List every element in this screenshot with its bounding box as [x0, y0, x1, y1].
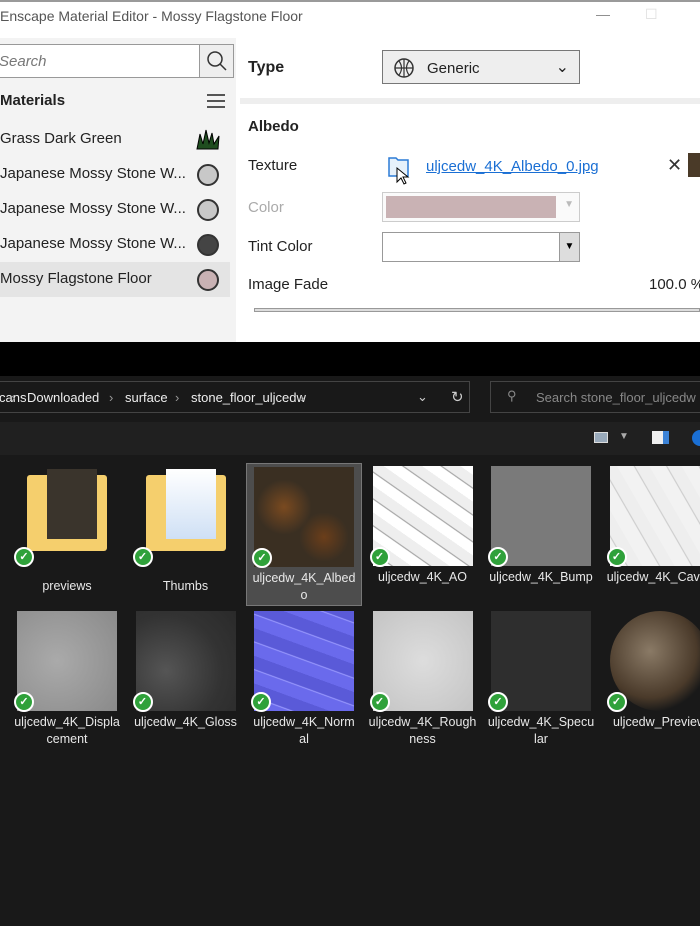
- maximize-button[interactable]: ☐: [645, 6, 658, 23]
- material-swatch: [197, 199, 219, 221]
- preview-pane-icon[interactable]: [652, 431, 669, 444]
- help-icon[interactable]: [692, 430, 700, 446]
- file-name: uljcedw_4K_Gloss: [134, 715, 237, 729]
- file-item[interactable]: ✓ uljcedw_4K_Gloss: [128, 608, 244, 751]
- sync-status-check-icon: ✓: [488, 692, 508, 712]
- chevron-right-icon: ›: [175, 390, 180, 405]
- file-name: uljcedw_4K_Bump: [489, 570, 593, 584]
- tint-color-picker[interactable]: ▼: [382, 232, 580, 262]
- tint-color-label: Tint Color: [248, 238, 313, 255]
- file-item[interactable]: ✓ uljcedw_Preview: [602, 608, 700, 751]
- file-item[interactable]: ✓ uljcedw_4K_Bump: [483, 463, 599, 606]
- file-name: uljcedw_4K_Cavity: [606, 570, 700, 584]
- material-search-input[interactable]: Search: [0, 44, 234, 78]
- breadcrumb-item[interactable]: surface: [125, 390, 168, 405]
- address-bar[interactable]: ⌄ ↻ cans › Downloaded › surface › stone_floor_…: [0, 381, 470, 413]
- sync-status-check-icon: ✓: [369, 547, 390, 567]
- dropdown-arrow-icon[interactable]: ▼: [559, 233, 579, 261]
- sync-status-check-icon: ✓: [132, 692, 153, 712]
- explorer-toolbar: ▼: [0, 422, 700, 455]
- texture-label: Texture: [248, 157, 298, 174]
- generic-material-icon: [394, 58, 414, 78]
- sync-status-check-icon: ✓: [606, 692, 627, 712]
- material-list-item[interactable]: Mossy Flagstone Floor: [0, 262, 230, 297]
- material-list-item[interactable]: Grass Dark Green: [0, 122, 230, 157]
- image-fade-slider[interactable]: [254, 308, 700, 312]
- sync-status-check-icon: ✓: [14, 692, 34, 712]
- folder-search-input[interactable]: ⚲ Search stone_floor_uljcedw: [490, 381, 700, 413]
- breadcrumb-item[interactable]: stone_floor_uljcedw: [191, 390, 306, 405]
- material-list-item[interactable]: Japanese Mossy Stone W...: [0, 227, 230, 262]
- color-label: Color: [248, 199, 284, 216]
- search-icon: [206, 51, 227, 71]
- sync-status-check-icon: ✓: [252, 548, 272, 568]
- folder-open-icon[interactable]: [387, 154, 413, 188]
- sync-status-check-icon: ✓: [14, 547, 34, 567]
- sync-status-check-icon: ✓: [606, 547, 627, 567]
- material-swatch: [197, 164, 219, 186]
- file-name: Thumbs: [162, 579, 209, 593]
- chevron-right-icon: ›: [300, 390, 305, 405]
- chevron-down-icon: ⌄: [555, 59, 569, 76]
- type-dropdown[interactable]: Generic ⌄: [382, 50, 580, 84]
- materials-heading: Materials: [0, 92, 66, 109]
- sync-status-check-icon: ✓: [251, 692, 271, 712]
- color-picker[interactable]: ▼: [382, 192, 580, 222]
- type-label: Type: [248, 59, 285, 76]
- chevron-down-icon[interactable]: ⌄: [417, 389, 428, 405]
- texture-file-link[interactable]: uljcedw_4K_Albedo_0.jpg: [426, 158, 599, 175]
- texture-preview-thumbnail: [688, 153, 700, 177]
- materials-panel: Search Materials Grass Dark Green Japanes…: [0, 38, 236, 344]
- breadcrumb-item[interactable]: Downloaded: [27, 390, 99, 405]
- window-title: Enscape Material Editor - Mossy Flagston…: [0, 8, 303, 24]
- file-item[interactable]: ✓ uljcedw_4K_Normal: [246, 608, 362, 751]
- material-name: Mossy Flagstone Floor: [0, 270, 152, 287]
- minimize-button[interactable]: —: [596, 6, 610, 22]
- search-icon: ⚲: [507, 388, 517, 403]
- file-item[interactable]: ✓ uljcedw_4K_Displacement: [9, 608, 125, 751]
- grass-icon: [196, 129, 220, 150]
- file-name: uljcedw_4K_AO: [378, 570, 467, 584]
- chevron-right-icon: ›: [11, 390, 16, 405]
- material-list-item[interactable]: Japanese Mossy Stone W...: [0, 192, 230, 227]
- file-item[interactable]: ✓ uljcedw_4K_Albedo: [246, 463, 362, 606]
- file-item[interactable]: ✓ uljcedw_4K_AO: [365, 463, 481, 606]
- chevron-right-icon: ›: [109, 390, 114, 405]
- file-item[interactable]: ✓ uljcedw_4K_Specular: [483, 608, 599, 751]
- file-name: uljcedw_4K_Roughness: [368, 715, 477, 746]
- file-name: uljcedw_4K_Albedo: [252, 571, 356, 602]
- dropdown-arrow-icon[interactable]: ▼: [619, 431, 629, 442]
- sync-status-check-icon: ✓: [132, 547, 153, 567]
- refresh-icon[interactable]: ↻: [451, 388, 464, 406]
- file-name: uljcedw_4K_Specular: [487, 715, 595, 746]
- material-name: Japanese Mossy Stone W...: [0, 200, 186, 217]
- sync-status-check-icon: ✓: [488, 547, 508, 567]
- file-name: uljcedw_4K_Normal: [253, 715, 355, 746]
- albedo-heading: Albedo: [248, 118, 299, 135]
- file-item[interactable]: ✓ uljcedw_4K_Roughness: [365, 608, 481, 751]
- file-item[interactable]: ✓ uljcedw_4K_Cavity: [602, 463, 700, 606]
- file-name: uljcedw_4K_Displacement: [14, 715, 120, 746]
- image-fade-label: Image Fade: [248, 276, 329, 293]
- material-name: Grass Dark Green: [0, 130, 122, 147]
- material-name: Japanese Mossy Stone W...: [0, 165, 186, 182]
- folder-item[interactable]: ✓ previews: [9, 463, 125, 606]
- image-fade-value: 100.0 %: [649, 276, 700, 293]
- folder-item[interactable]: ✓ Thumbs: [128, 463, 244, 606]
- material-editor-window: Enscape Material Editor - Mossy Flagston…: [0, 0, 700, 344]
- file-name: uljcedw_Preview: [612, 715, 700, 729]
- view-options-icon[interactable]: [594, 432, 608, 443]
- material-swatch: [197, 234, 219, 256]
- material-list-item[interactable]: Japanese Mossy Stone W...: [0, 157, 230, 192]
- remove-texture-icon[interactable]: ✕: [667, 155, 682, 176]
- material-name: Japanese Mossy Stone W...: [0, 235, 186, 252]
- material-swatch: [197, 269, 219, 291]
- file-name: previews: [42, 579, 92, 593]
- sync-status-check-icon: ✓: [369, 692, 390, 712]
- hamburger-menu-icon[interactable]: [207, 94, 225, 112]
- search-button[interactable]: [199, 45, 233, 77]
